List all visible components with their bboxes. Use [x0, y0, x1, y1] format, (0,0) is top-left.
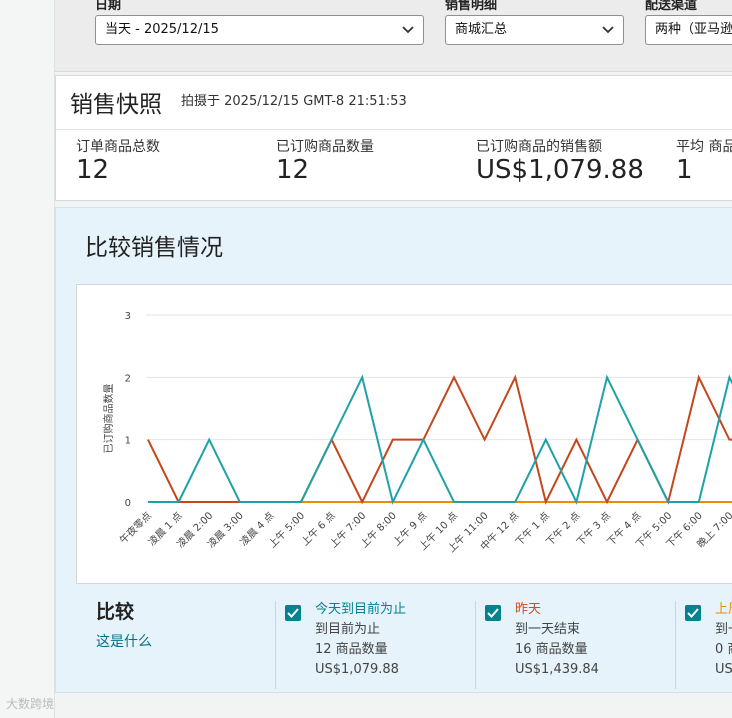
divider	[475, 601, 476, 689]
fulfillment-label: 配送渠道	[645, 0, 698, 13]
chart-container: 0 1 2 3 已订购商品数量 午夜零点 凌晨 1 点凌晨 2:00 凌晨 3:00 凌晨 4 …	[76, 284, 732, 584]
compare-item-sales: US	[715, 662, 732, 677]
sales-snapshot-panel: 销售快照 拍摄于 2025/12/15 GMT-8 21:51:53 订单商品总…	[55, 75, 732, 201]
fulfillment-value: 两种（亚马逊	[655, 22, 732, 37]
metric-label: 订单商品总数	[76, 139, 160, 155]
compare-item-last-week: 上周 到一 0 商 US	[715, 600, 732, 680]
divider	[675, 601, 676, 689]
compare-item-today: 今天到目前为止 到目前为止 12 商品数量 US$1,079.88	[315, 600, 406, 680]
check-icon	[487, 608, 499, 618]
metric-label: 已订购商品数量	[276, 139, 374, 155]
divider	[275, 601, 276, 689]
compare-item-subtitle: 到一天结束	[515, 622, 581, 637]
sales-breakdown-select[interactable]: 商城汇总	[445, 15, 624, 45]
compare-item-units: 0 商	[715, 642, 732, 657]
y-tick-label: 3	[125, 311, 131, 322]
compare-item-subtitle: 到目前为止	[315, 622, 381, 637]
metric-value: 12	[276, 155, 310, 185]
compare-item-title: 昨天	[515, 602, 542, 617]
check-icon	[687, 608, 699, 618]
metric-value: US$1,079.88	[476, 155, 644, 185]
compare-item-subtitle: 到一	[715, 622, 732, 637]
y-tick-label: 0	[125, 498, 131, 509]
date-select-value: 当天 - 2025/12/15	[105, 22, 219, 37]
chevron-down-icon	[602, 16, 614, 44]
checkbox-today[interactable]	[285, 605, 301, 621]
metric-value: 12	[76, 155, 110, 185]
y-axis-label: 已订购商品数量	[102, 384, 115, 454]
snapshot-timestamp: 拍摄于 2025/12/15 GMT-8 21:51:53	[181, 94, 407, 109]
sales-breakdown-value: 商城汇总	[455, 22, 508, 37]
compare-title: 比较销售情况	[85, 235, 223, 261]
compare-item-title: 上周	[715, 602, 732, 617]
compare-heading: 比较	[96, 601, 135, 623]
watermark: 大数跨境	[6, 697, 55, 711]
left-margin	[0, 0, 54, 718]
fulfillment-select[interactable]: 两种（亚马逊	[645, 15, 732, 45]
checkbox-yesterday[interactable]	[485, 605, 501, 621]
checkbox-last-week[interactable]	[685, 605, 701, 621]
divider	[56, 129, 732, 130]
check-icon	[287, 608, 299, 618]
y-tick-label: 1	[125, 436, 131, 447]
metric-label: 已订购商品的销售额	[476, 139, 602, 155]
y-tick-label: 2	[125, 373, 131, 384]
date-select[interactable]: 当天 - 2025/12/15	[95, 15, 424, 45]
what-is-this-link[interactable]: 这是什么	[96, 631, 152, 651]
sales-breakdown-label: 销售明细	[445, 0, 498, 13]
compare-item-sales: US$1,079.88	[315, 662, 399, 677]
sales-line-chart: 0123已订购商品数量午夜零点凌晨 1 点凌晨 2:00凌晨 3:00凌晨 4 …	[102, 311, 732, 555]
compare-item-units: 12 商品数量	[315, 642, 388, 657]
snapshot-title: 销售快照	[70, 92, 162, 118]
compare-item-sales: US$1,439.84	[515, 662, 599, 677]
compare-item-units: 16 商品数量	[515, 642, 588, 657]
compare-sales-panel: 比较销售情况 0 1 2 3 已订购商品数量 午夜零点 凌晨 1 点凌晨 2:00 凌晨 3:…	[55, 207, 732, 693]
metric-label: 平均 商品	[676, 139, 732, 155]
chevron-down-icon	[402, 16, 414, 44]
compare-item-yesterday: 昨天 到一天结束 16 商品数量 US$1,439.84	[515, 600, 599, 680]
compare-item-title: 今天到目前为止	[315, 602, 407, 617]
filter-bar: 日期 当天 - 2025/12/15 销售明细 商城汇总 配送渠道 两种（亚马逊	[55, 0, 732, 72]
date-filter-label: 日期	[95, 0, 122, 13]
metric-value: 1	[676, 155, 693, 185]
